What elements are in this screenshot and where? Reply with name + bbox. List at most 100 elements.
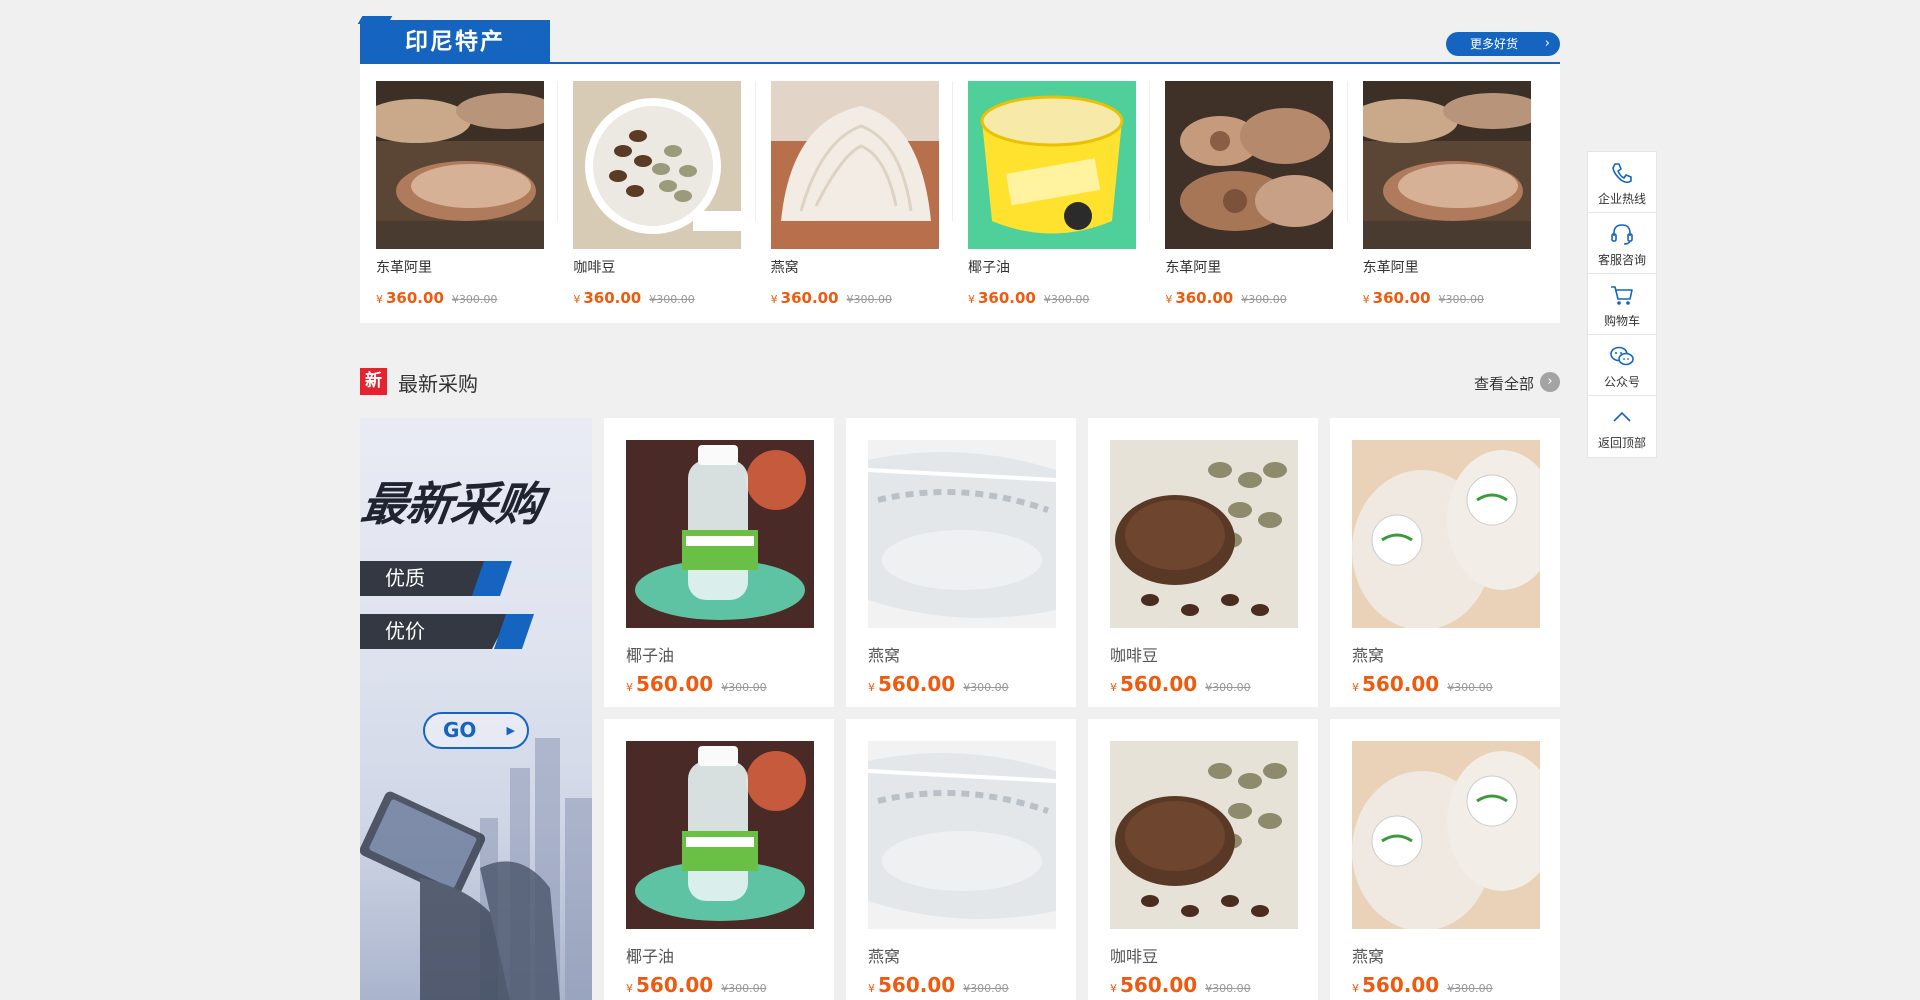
banner-tag-quality: 优质 [360, 561, 490, 596]
side-item-hotline[interactable]: 企业热线 [1588, 152, 1656, 213]
product-image-coffee-beans [573, 81, 742, 249]
product-image-birds-nest [770, 81, 939, 249]
featured-item[interactable]: 燕窝 ¥360.00 ¥300.00 [770, 81, 968, 323]
product-image-coconut-oil-tub [967, 81, 1136, 249]
featured-item[interactable]: 东革阿里 ¥360.00 ¥300.00 [1165, 81, 1362, 323]
product-card[interactable]: 椰子油 ¥560.00 ¥300.00 [604, 719, 834, 1000]
original-price: ¥300.00 [1447, 681, 1493, 694]
latest-title: 最新采购 [398, 372, 478, 396]
current-price: 560.00 [636, 672, 714, 696]
currency-symbol: ¥ [1165, 293, 1173, 306]
headset-icon [1611, 224, 1633, 245]
price-row: ¥560.00 ¥300.00 [868, 973, 1076, 997]
side-item-cart[interactable]: 购物车 [1588, 274, 1656, 335]
product-name: 椰子油 [626, 947, 675, 966]
current-price: 360.00 [583, 289, 642, 307]
price-row: ¥560.00 ¥300.00 [626, 973, 834, 997]
featured-item[interactable]: 东革阿里 ¥360.00 ¥300.00 [1362, 81, 1560, 323]
side-label: 客服咨询 [1597, 253, 1646, 267]
product-image-coconut-oil-bottle [626, 741, 814, 929]
price-row: ¥560.00 ¥300.00 [1352, 973, 1560, 997]
currency-symbol: ¥ [967, 293, 975, 306]
current-price: 560.00 [1120, 973, 1198, 997]
current-price: 560.00 [1362, 672, 1440, 696]
more-goods-button[interactable]: 更多好货 › [1446, 32, 1560, 56]
featured-list: 东革阿里 ¥360.00 ¥300.00 咖啡豆 ¥360.00 ¥300.00 燕… [360, 64, 1560, 323]
featured-title: 印尼特产 [360, 20, 550, 64]
side-item-back-to-top[interactable]: 返回顶部 [1588, 396, 1656, 457]
current-price: 360.00 [1175, 289, 1234, 307]
currency-symbol: ¥ [1362, 293, 1370, 306]
product-card[interactable]: 燕窝 ¥560.00 ¥300.00 [1330, 719, 1560, 1000]
original-price: ¥300.00 [963, 681, 1009, 694]
original-price: ¥300.00 [1447, 982, 1493, 995]
side-item-service[interactable]: 客服咨询 [1588, 213, 1656, 274]
go-label: GO [443, 718, 477, 742]
price-row: ¥560.00 ¥300.00 [1110, 973, 1318, 997]
currency-symbol: ¥ [1110, 982, 1117, 995]
featured-item[interactable]: 东革阿里 ¥360.00 ¥300.00 [376, 81, 573, 323]
side-label: 企业热线 [1597, 192, 1646, 206]
price-row: ¥560.00 ¥300.00 [868, 672, 1076, 696]
go-button[interactable]: GO ▶ [423, 712, 529, 749]
banner-title: 最新采购 [360, 477, 546, 531]
product-card[interactable]: 燕窝 ¥560.00 ¥300.00 [846, 418, 1076, 707]
side-toolbar: 企业热线 客服咨询 购物车 公众号 返回顶部 [1587, 151, 1657, 458]
product-name: 东革阿里 [1362, 260, 1419, 276]
price-row: ¥560.00 ¥300.00 [1352, 672, 1560, 696]
product-image-birds-nest-packed [1352, 440, 1540, 628]
original-price: ¥300.00 [1043, 293, 1090, 306]
product-image-sliced-root [1362, 81, 1531, 249]
current-price: 560.00 [878, 672, 956, 696]
product-card[interactable]: 椰子油 ¥560.00 ¥300.00 [604, 418, 834, 707]
original-price: ¥300.00 [1241, 293, 1287, 306]
price-row: ¥360.00 ¥300.00 [771, 289, 968, 307]
banner-tag-price: 优价 [360, 614, 510, 649]
product-image-coconut-oil-bottle [626, 440, 814, 628]
featured-item[interactable]: 咖啡豆 ¥360.00 ¥300.00 [573, 81, 770, 323]
price-row: ¥360.00 ¥300.00 [376, 289, 573, 307]
original-price: ¥300.00 [721, 681, 767, 694]
product-name: 椰子油 [967, 260, 1010, 276]
current-price: 560.00 [1120, 672, 1198, 696]
product-name: 咖啡豆 [1110, 646, 1159, 665]
current-price: 560.00 [878, 973, 956, 997]
product-name: 燕窝 [868, 947, 901, 966]
original-price: ¥300.00 [1205, 681, 1251, 694]
price-row: ¥360.00 ¥300.00 [1165, 289, 1362, 307]
side-item-wechat[interactable]: 公众号 [1588, 335, 1656, 396]
product-name: 东革阿里 [1165, 260, 1222, 276]
current-price: 360.00 [386, 289, 444, 307]
product-card[interactable]: 咖啡豆 ¥560.00 ¥300.00 [1088, 418, 1318, 707]
product-card[interactable]: 咖啡豆 ¥560.00 ¥300.00 [1088, 719, 1318, 1000]
currency-symbol: ¥ [376, 293, 383, 306]
product-image-coffee-grounds [1110, 741, 1298, 929]
wechat-icon [1610, 346, 1634, 366]
featured-item[interactable]: 椰子油 ¥360.00 ¥300.00 [967, 81, 1165, 323]
product-image-coffee-grounds [1110, 440, 1298, 628]
currency-symbol: ¥ [1352, 982, 1359, 995]
side-label: 返回顶部 [1597, 436, 1646, 450]
new-badge: 新 [360, 368, 387, 395]
featured-section: 印尼特产 更多好货 › 东革阿里 ¥360.00 ¥300.00 咖啡豆 ¥360… [360, 20, 1560, 323]
currency-symbol: ¥ [1110, 681, 1117, 694]
original-price: ¥300.00 [451, 293, 498, 306]
chevron-up-icon [1613, 411, 1631, 422]
product-card[interactable]: 燕窝 ¥560.00 ¥300.00 [846, 719, 1076, 1000]
side-label: 公众号 [1603, 375, 1640, 389]
view-all-label: 查看全部 [1473, 375, 1534, 393]
product-image-birds-nest-white [868, 440, 1056, 628]
price-row: ¥560.00 ¥300.00 [1110, 672, 1318, 696]
original-price: ¥300.00 [1438, 293, 1485, 306]
latest-product-grid: 椰子油 ¥560.00 ¥300.00 燕窝 ¥560.00 ¥300.00 咖啡豆… [604, 418, 1560, 1000]
phone-icon [1612, 163, 1632, 184]
promo-banner[interactable]: 最新采购 优质 优价 GO ▶ [360, 418, 592, 1000]
currency-symbol: ¥ [626, 982, 633, 995]
featured-header: 印尼特产 更多好货 › [360, 20, 1560, 64]
product-name: 椰子油 [626, 646, 675, 665]
product-name: 咖啡豆 [1110, 947, 1159, 966]
view-all-link[interactable]: 查看全部 › [1473, 372, 1560, 394]
product-card[interactable]: 燕窝 ¥560.00 ¥300.00 [1330, 418, 1560, 707]
price-row: ¥360.00 ¥300.00 [1363, 289, 1560, 307]
product-image-birds-nest-white [868, 741, 1056, 929]
